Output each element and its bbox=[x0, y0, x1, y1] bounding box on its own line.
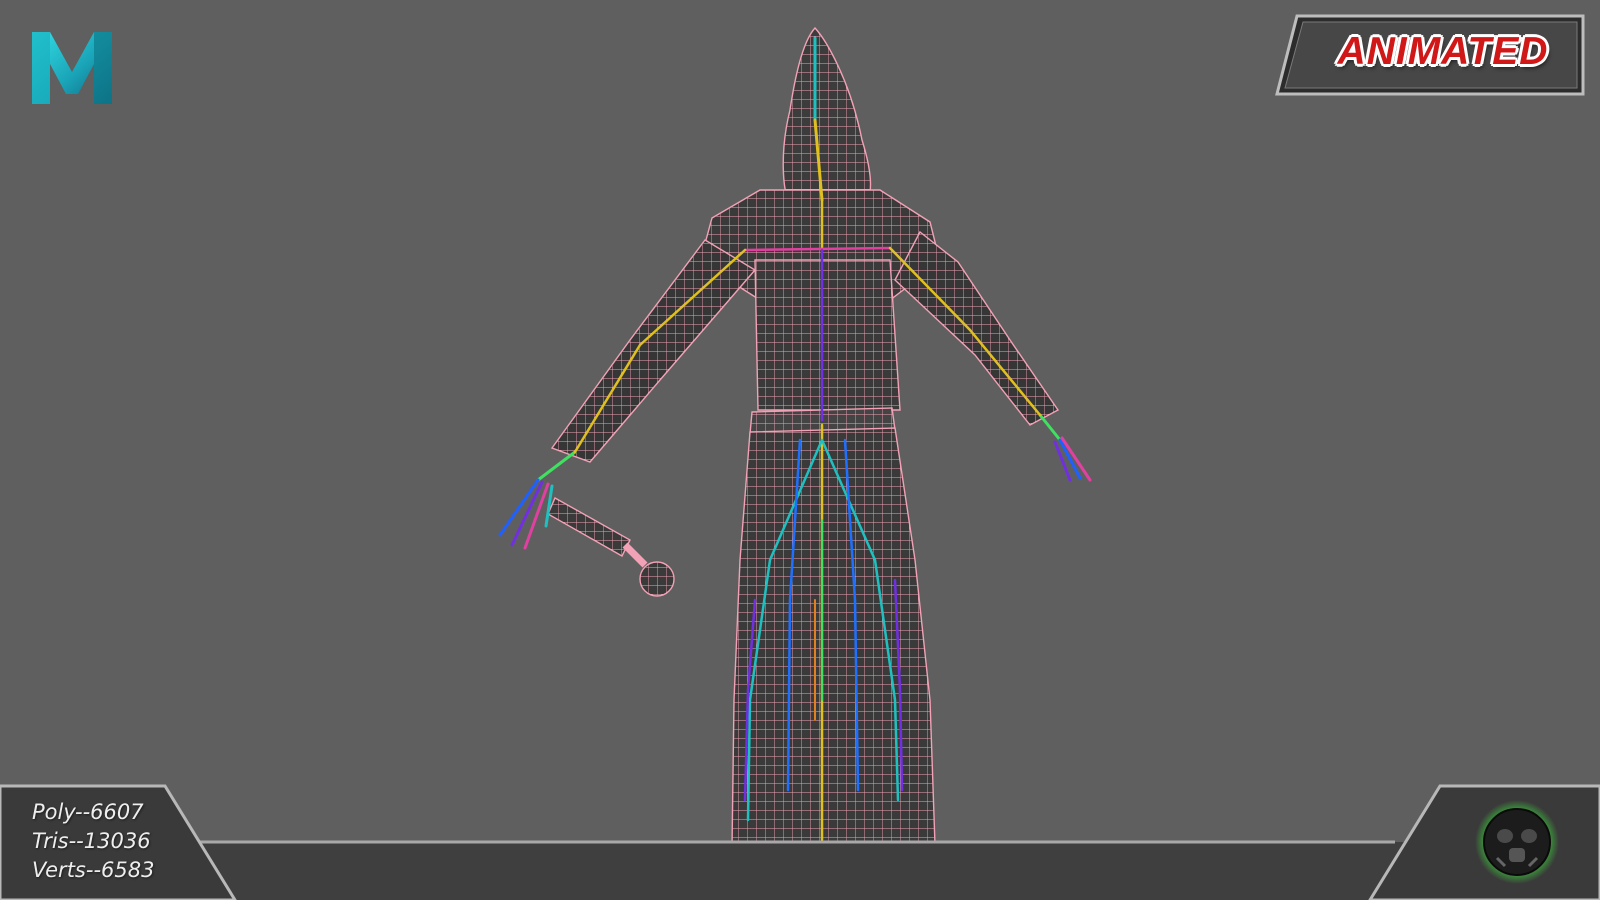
gas-mask-logo-icon bbox=[1475, 800, 1559, 884]
tris-count: Tris--13036 bbox=[32, 829, 151, 853]
character-wireframe-model bbox=[498, 26, 1092, 863]
mesh-stats: Poly--6607 Tris--13036 Verts--6583 bbox=[32, 798, 202, 885]
verts-count: Verts--6583 bbox=[32, 858, 155, 882]
poly-count: Poly--6607 bbox=[32, 800, 144, 824]
mace-mesh bbox=[547, 497, 675, 597]
bottom-info-bar bbox=[0, 784, 1600, 900]
3d-viewport[interactable]: ANIMATED Poly--6607 Tris--13036 Verts--6… bbox=[0, 0, 1600, 900]
left-hand-bones bbox=[498, 450, 577, 550]
maya-logo-icon bbox=[32, 32, 112, 104]
right-hand-bones bbox=[1038, 413, 1092, 482]
animated-label: ANIMATED bbox=[1337, 30, 1549, 73]
